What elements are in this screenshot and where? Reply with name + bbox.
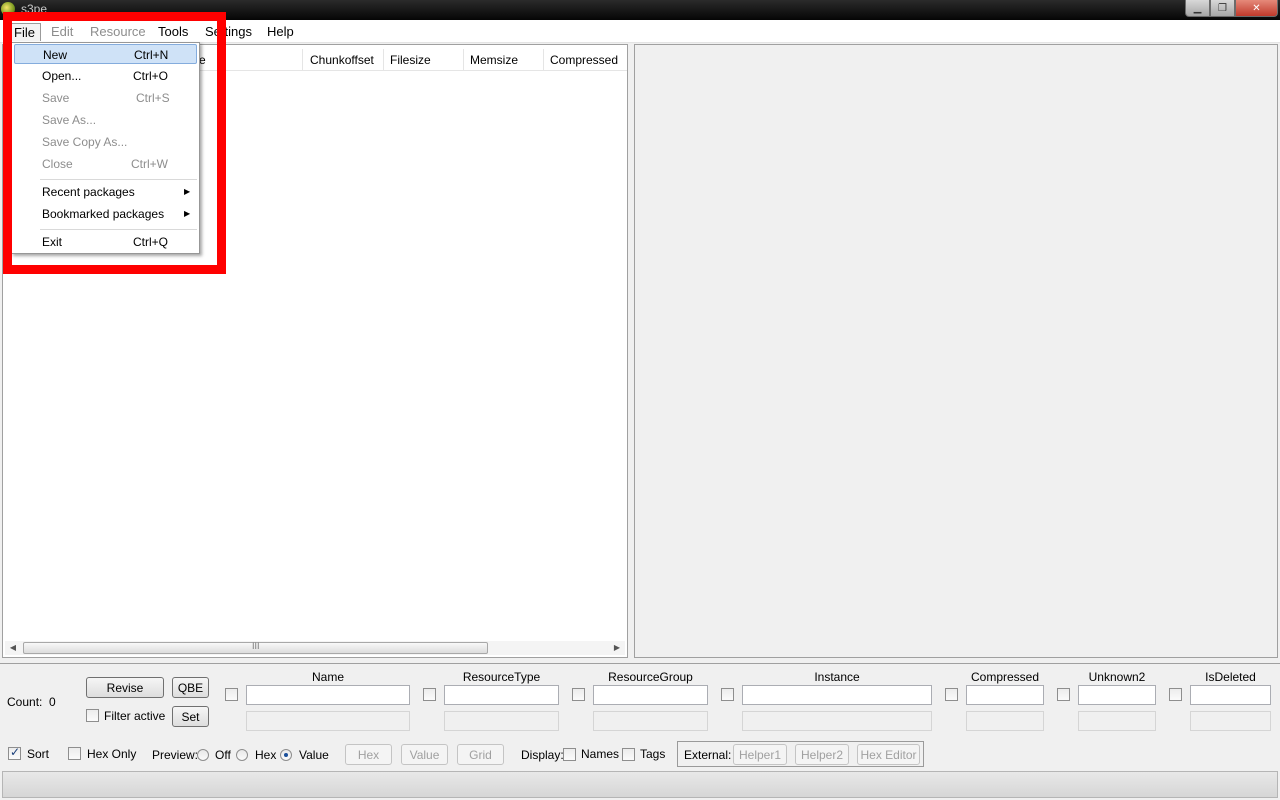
hex-editor-button[interactable]: Hex Editor — [857, 744, 920, 765]
filter-title-unknown2: Unknown2 — [1088, 670, 1146, 684]
filter-title-resourcetype: ResourceType — [462, 670, 541, 684]
filter-active-label: Filter active — [104, 709, 166, 723]
scroll-left-icon[interactable]: ◀ — [7, 641, 19, 655]
count-label: Count: — [7, 695, 43, 709]
filter-input-isdeleted[interactable] — [1190, 685, 1271, 705]
grip-icon: III — [252, 641, 260, 651]
filter-checkbox-resourcetype[interactable] — [423, 688, 436, 701]
set-button[interactable]: Set — [172, 706, 209, 727]
scrollbar-thumb[interactable]: III — [23, 641, 488, 654]
preview-panel — [634, 44, 1278, 658]
display-names-checkbox[interactable] — [563, 748, 576, 761]
filter-mask-unknown2 — [1078, 711, 1156, 731]
filter-mask-instance — [742, 711, 932, 731]
filter-mask-name — [246, 711, 410, 731]
preview-hex-label: Hex — [255, 748, 277, 762]
column-header-filesize[interactable]: Filesize — [384, 49, 464, 71]
preview-value-label: Value — [299, 748, 329, 762]
preview-value-radio[interactable] — [280, 749, 292, 761]
helper1-button[interactable]: Helper1 — [733, 744, 787, 765]
sort-checkbox[interactable] — [8, 745, 21, 760]
filter-checkbox-isdeleted[interactable] — [1169, 688, 1182, 701]
hex-only-checkbox[interactable] — [68, 747, 81, 760]
filter-input-resourcetype[interactable] — [444, 685, 559, 705]
filter-checkbox-name[interactable] — [225, 688, 238, 701]
filter-mask-isdeleted — [1190, 711, 1271, 731]
filter-title-resourcegroup: ResourceGroup — [608, 670, 693, 684]
count-value: 0 — [49, 695, 56, 709]
filter-active-checkbox[interactable] — [86, 709, 99, 722]
display-label: Display: — [521, 748, 564, 762]
filter-input-compressed[interactable] — [966, 685, 1044, 705]
filter-checkbox-unknown2[interactable] — [1057, 688, 1070, 701]
preview-label: Preview: — [152, 748, 199, 762]
filter-title-isdeleted: IsDeleted — [1205, 670, 1256, 684]
minimize-icon: ▁ — [1193, 2, 1202, 14]
horizontal-scrollbar[interactable]: ◀ III ▶ — [5, 641, 625, 655]
sort-label: Sort — [27, 747, 50, 761]
filter-title-instance: Instance — [814, 670, 860, 684]
scroll-right-icon[interactable]: ▶ — [611, 641, 623, 655]
column-header-compressed[interactable]: Compressed — [544, 49, 624, 71]
preview-hex-radio[interactable] — [236, 749, 248, 761]
column-header-memsize[interactable]: Memsize — [464, 49, 544, 71]
filter-mask-resourcetype — [444, 711, 559, 731]
filter-mask-resourcegroup — [593, 711, 708, 731]
column-header-chunkoffset[interactable]: Chunkoffset — [304, 49, 384, 71]
filter-mask-compressed — [966, 711, 1044, 731]
qbe-button[interactable]: QBE — [172, 677, 209, 698]
maximize-button[interactable]: ❐ — [1210, 0, 1235, 17]
menu-help[interactable]: Help — [261, 23, 300, 41]
filter-input-unknown2[interactable] — [1078, 685, 1156, 705]
hex-only-label: Hex Only — [87, 747, 137, 761]
filter-panel: Count: 0 Revise QBE Filter active Set Na… — [0, 663, 1280, 771]
filter-checkbox-instance[interactable] — [721, 688, 734, 701]
filter-title-name: Name — [311, 670, 344, 684]
revise-button[interactable]: Revise — [86, 677, 164, 698]
status-bar — [2, 771, 1278, 798]
display-tags-label: Tags — [640, 747, 666, 761]
close-button[interactable]: ✕ — [1235, 0, 1278, 17]
filter-checkbox-compressed[interactable] — [945, 688, 958, 701]
display-tags-checkbox[interactable] — [622, 748, 635, 761]
filter-input-name[interactable] — [246, 685, 410, 705]
close-icon: ✕ — [1252, 2, 1261, 14]
preview-off-radio[interactable] — [197, 749, 209, 761]
helper2-button[interactable]: Helper2 — [795, 744, 849, 765]
filter-checkbox-resourcegroup[interactable] — [572, 688, 585, 701]
display-names-label: Names — [581, 747, 620, 761]
filter-input-resourcegroup[interactable] — [593, 685, 708, 705]
hex-button[interactable]: Hex — [345, 744, 392, 765]
highlight-box — [3, 12, 226, 274]
filter-title-compressed: Compressed — [970, 670, 1040, 684]
restore-icon: ❐ — [1218, 2, 1227, 14]
grid-button[interactable]: Grid — [457, 744, 504, 765]
preview-off-label: Off — [215, 748, 231, 762]
external-label: External: — [684, 748, 732, 762]
value-button[interactable]: Value — [401, 744, 448, 765]
minimize-button[interactable]: ▁ — [1185, 0, 1210, 17]
filter-input-instance[interactable] — [742, 685, 932, 705]
